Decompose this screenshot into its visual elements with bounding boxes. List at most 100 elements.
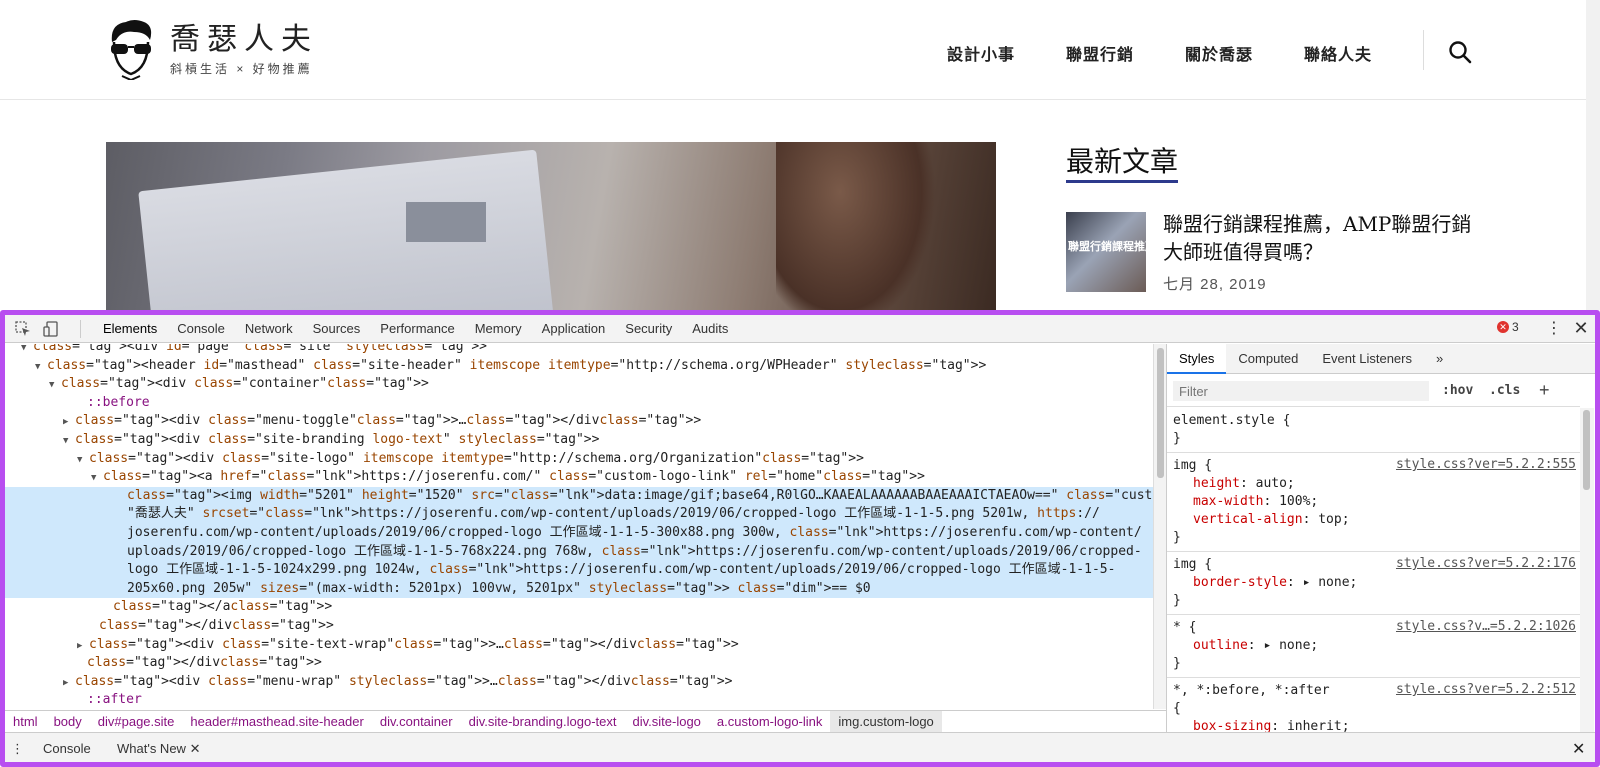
- nav-item-about[interactable]: 關於喬瑟: [1185, 41, 1253, 65]
- css-property-name[interactable]: outline: [1193, 638, 1248, 653]
- dom-node-line[interactable]: joserenfu.com/wp-content/uploads/2019/06…: [5, 524, 1153, 543]
- collapse-arrow-icon[interactable]: ▼: [35, 358, 47, 377]
- styles-scrollbar[interactable]: [1580, 408, 1594, 732]
- dom-node-line[interactable]: uploads/2019/06/cropped-logo 工作區域-1-1-5-…: [5, 542, 1153, 562]
- styles-filter-input[interactable]: [1173, 381, 1429, 401]
- search-icon[interactable]: [1448, 40, 1472, 64]
- collapse-arrow-icon[interactable]: ▼: [91, 469, 103, 488]
- close-devtools-icon[interactable]: ✕: [1572, 319, 1590, 337]
- more-options-icon[interactable]: ⋮: [1545, 320, 1563, 338]
- css-property-name[interactable]: height: [1193, 476, 1240, 491]
- elements-tree[interactable]: ▼ class="tag"><div id="page" class="site"…: [5, 344, 1153, 709]
- device-toolbar-icon[interactable]: [43, 321, 59, 337]
- tab-computed[interactable]: Computed: [1226, 344, 1310, 374]
- elements-scrollbar[interactable]: [1153, 344, 1166, 709]
- css-property[interactable]: vertical-align: top;: [1173, 511, 1574, 529]
- drawer-tab-console[interactable]: Console: [43, 741, 91, 756]
- dom-node-line[interactable]: ::before: [5, 394, 1153, 413]
- tab-performance[interactable]: Performance: [370, 315, 464, 343]
- css-property-value[interactable]: 100%;: [1279, 494, 1318, 509]
- site-logo[interactable]: 喬瑟人夫 斜槓生活 × 好物推薦: [104, 18, 318, 80]
- dom-node-line[interactable]: ▶ class="tag"><div class="menu-wrap" styl…: [5, 673, 1153, 692]
- tab-security[interactable]: Security: [615, 315, 682, 343]
- nav-item-contact[interactable]: 聯絡人夫: [1304, 41, 1372, 65]
- css-property[interactable]: max-width: 100%;: [1173, 493, 1574, 511]
- breadcrumb-item[interactable]: div.container: [372, 711, 461, 732]
- css-source-link[interactable]: style.css?ver=5.2.2:555: [1396, 457, 1576, 472]
- tab-application[interactable]: Application: [532, 315, 616, 343]
- css-property-value[interactable]: auto;: [1256, 476, 1295, 491]
- dom-node-line[interactable]: ▼ class="tag"><a href="class="lnk">https:…: [5, 468, 1153, 487]
- close-drawer-icon[interactable]: ✕: [1572, 739, 1585, 759]
- dom-node-line[interactable]: 205x60.png 205w" sizes="(max-width: 5201…: [5, 579, 1153, 599]
- collapse-arrow-icon[interactable]: ▼: [77, 451, 89, 470]
- css-property[interactable]: box-sizing: inherit;: [1173, 718, 1574, 732]
- breadcrumb-item[interactable]: div#page.site: [90, 711, 183, 732]
- dom-node-line[interactable]: ▼ class="tag"><header id="masthead" class…: [5, 357, 1153, 376]
- new-rule-button[interactable]: +: [1539, 380, 1550, 401]
- css-source-link[interactable]: style.css?ver=5.2.2:176: [1396, 556, 1576, 571]
- drawer-menu-icon[interactable]: ⋮: [11, 741, 24, 757]
- css-source-link[interactable]: style.css?v…=5.2.2:1026: [1396, 619, 1576, 634]
- dom-node-line[interactable]: class="tag"></aclass="tag">>: [5, 598, 1153, 617]
- dom-node-line[interactable]: ▼ class="tag"><div class="container"class…: [5, 375, 1153, 394]
- dom-node-line[interactable]: class="tag"></divclass="tag">>: [5, 617, 1153, 636]
- nav-item-design[interactable]: 設計小事: [947, 41, 1015, 65]
- expand-arrow-icon[interactable]: ▶: [77, 637, 89, 656]
- css-property-name[interactable]: box-sizing: [1193, 719, 1271, 732]
- dom-node-line[interactable]: ::after: [5, 691, 1153, 709]
- hov-toggle[interactable]: :hov: [1442, 383, 1473, 398]
- css-property-name[interactable]: max-width: [1193, 494, 1263, 509]
- elements-scroll-thumb[interactable]: [1157, 348, 1164, 478]
- tab-network[interactable]: Network: [235, 315, 303, 343]
- css-property-name[interactable]: vertical-align: [1193, 512, 1303, 527]
- css-rule[interactable]: element.style {}: [1167, 408, 1580, 453]
- css-property[interactable]: height: auto;: [1173, 475, 1574, 493]
- cls-toggle[interactable]: .cls: [1489, 383, 1520, 398]
- dom-node-line[interactable]: logo 工作區域-1-1-5-1024x299.png 1024w, clas…: [5, 561, 1153, 580]
- dom-node-line[interactable]: ▼ class="tag"><div id="page" class="site"…: [5, 344, 1153, 357]
- dom-node-line[interactable]: class="tag"></divclass="tag">>: [5, 654, 1153, 673]
- expand-arrow-icon[interactable]: ▶: [63, 674, 75, 693]
- css-property[interactable]: outline: ▸ none;: [1173, 637, 1574, 655]
- css-property-value[interactable]: ▸ none;: [1303, 575, 1358, 590]
- css-property[interactable]: border-style: ▸ none;: [1173, 574, 1574, 592]
- css-rule[interactable]: *, *:before, *:after style.css?ver=5.2.2:…: [1167, 678, 1580, 732]
- tab-event-listeners[interactable]: Event Listeners: [1310, 344, 1424, 374]
- tab-console[interactable]: Console: [167, 315, 235, 343]
- tab-memory[interactable]: Memory: [465, 315, 532, 343]
- dom-node-line[interactable]: class="tag"><img width="5201" height="15…: [5, 486, 1153, 506]
- collapse-arrow-icon[interactable]: ▼: [63, 432, 75, 451]
- error-count-badge[interactable]: ✕ 3: [1497, 320, 1519, 334]
- breadcrumb-item[interactable]: div.site-logo: [625, 711, 709, 732]
- css-rule[interactable]: * {style.css?v…=5.2.2:1026 outline: ▸ non…: [1167, 615, 1580, 678]
- tab-sources[interactable]: Sources: [303, 315, 371, 343]
- expand-arrow-icon[interactable]: ▶: [63, 413, 75, 432]
- close-tab-icon[interactable]: ✕: [190, 741, 201, 756]
- breadcrumb-item[interactable]: body: [46, 711, 90, 732]
- css-rule[interactable]: img {style.css?ver=5.2.2:176 border-style…: [1167, 552, 1580, 615]
- css-property-value[interactable]: top;: [1318, 512, 1349, 527]
- nav-item-affiliate[interactable]: 聯盟行銷: [1066, 41, 1134, 65]
- dom-node-line[interactable]: ▶ class="tag"><div class="site-text-wrap"…: [5, 636, 1153, 655]
- dom-node-line[interactable]: ▼ class="tag"><div class="site-branding l…: [5, 431, 1153, 450]
- tab-elements[interactable]: Elements: [93, 315, 167, 343]
- featured-image[interactable]: [106, 142, 996, 310]
- css-source-link[interactable]: style.css?ver=5.2.2:512: [1396, 682, 1576, 697]
- breadcrumb-item[interactable]: div.site-branding.logo-text: [461, 711, 625, 732]
- css-property-name[interactable]: border-style: [1193, 575, 1287, 590]
- tab-audits[interactable]: Audits: [682, 315, 738, 343]
- inspect-element-icon[interactable]: [15, 321, 31, 337]
- drawer-tab-whats-new[interactable]: What's New ✕: [117, 741, 200, 757]
- dom-node-line[interactable]: ▶ class="tag"><div class="menu-toggle"cla…: [5, 412, 1153, 431]
- post-thumbnail[interactable]: 聯盟行銷課程推薦: [1066, 212, 1146, 292]
- css-rule[interactable]: img {style.css?ver=5.2.2:555 height: auto…: [1167, 453, 1580, 552]
- collapse-arrow-icon[interactable]: ▼: [49, 376, 61, 395]
- css-property-value[interactable]: ▸ none;: [1263, 638, 1318, 653]
- css-property-value[interactable]: inherit;: [1287, 719, 1350, 732]
- breadcrumb-item[interactable]: html: [5, 711, 46, 732]
- more-tabs-icon[interactable]: »: [1424, 344, 1455, 374]
- dom-node-line[interactable]: "喬瑟人夫" srcset="class="lnk">https://joser…: [5, 505, 1153, 524]
- breadcrumb-item[interactable]: header#masthead.site-header: [182, 711, 371, 732]
- css-selector[interactable]: element.style {: [1173, 412, 1574, 430]
